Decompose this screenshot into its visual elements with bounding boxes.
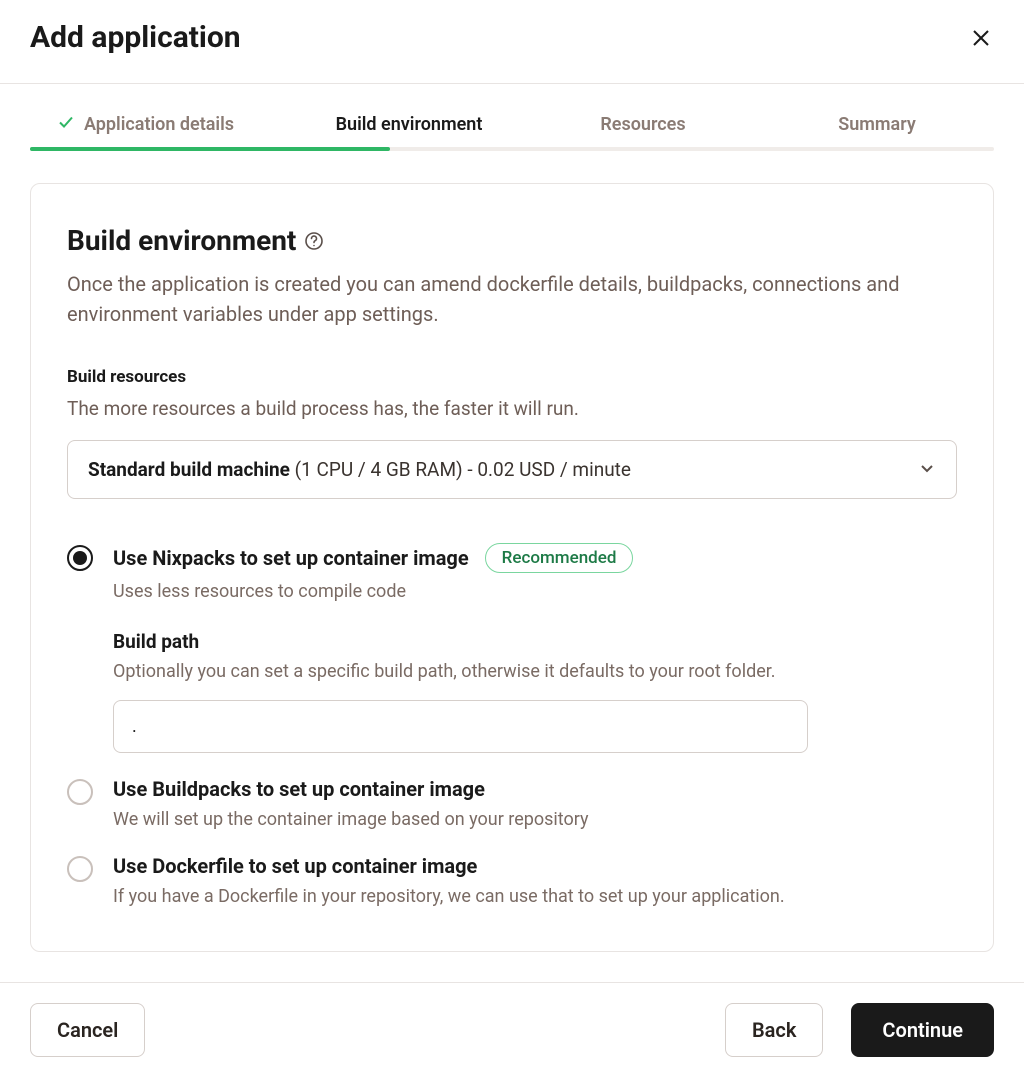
content-card: Build environment Once the application i… — [30, 183, 994, 952]
step-summary[interactable]: Summary — [760, 84, 994, 149]
modal-footer: Cancel Back Continue — [0, 982, 1024, 1065]
radio-nixpacks[interactable] — [67, 545, 93, 571]
step-label: Application details — [84, 114, 234, 135]
card-title-row: Build environment — [67, 224, 957, 257]
continue-button[interactable]: Continue — [851, 1003, 994, 1057]
help-icon[interactable] — [304, 231, 324, 251]
step-build-environment[interactable]: Build environment — [292, 84, 526, 149]
build-resources-label: Build resources — [67, 367, 957, 387]
option-dockerfile[interactable]: Use Dockerfile to set up container image… — [67, 840, 957, 907]
option-title: Use Dockerfile to set up container image — [113, 854, 477, 878]
option-sub: If you have a Dockerfile in your reposit… — [113, 886, 957, 907]
option-sub: Uses less resources to compile code — [113, 581, 957, 602]
build-path-desc: Optionally you can set a specific build … — [113, 661, 957, 682]
select-value: Standard build machine (1 CPU / 4 GB RAM… — [88, 458, 631, 481]
build-path-label: Build path — [113, 630, 957, 653]
build-machine-select[interactable]: Standard build machine (1 CPU / 4 GB RAM… — [67, 440, 957, 499]
option-title-row: Use Dockerfile to set up container image — [113, 854, 957, 878]
select-value-detail: (1 CPU / 4 GB RAM) - 0.02 USD / minute — [290, 458, 631, 481]
step-resources[interactable]: Resources — [526, 84, 760, 149]
option-title: Use Buildpacks to set up container image — [113, 777, 485, 801]
option-title-row: Use Nixpacks to set up container image R… — [113, 543, 957, 573]
stepper: Application details Build environment Re… — [0, 84, 1024, 149]
modal-title: Add application — [30, 20, 241, 55]
option-body: Use Buildpacks to set up container image… — [113, 777, 957, 830]
option-body: Use Dockerfile to set up container image… — [113, 854, 957, 907]
build-path-block: Build path Optionally you can set a spec… — [113, 630, 957, 753]
option-buildpacks[interactable]: Use Buildpacks to set up container image… — [67, 763, 957, 830]
step-application-details[interactable]: Application details — [30, 84, 292, 149]
option-body: Use Nixpacks to set up container image R… — [113, 543, 957, 753]
back-button[interactable]: Back — [725, 1003, 823, 1057]
footer-right: Back Continue — [725, 1003, 994, 1057]
step-label: Build environment — [336, 114, 483, 135]
step-label: Summary — [838, 114, 916, 135]
close-icon — [972, 29, 990, 47]
stepper-progress — [30, 147, 390, 151]
build-resources-desc: The more resources a build process has, … — [67, 397, 957, 420]
option-title: Use Nixpacks to set up container image — [113, 546, 469, 570]
build-path-input[interactable] — [113, 700, 808, 753]
cancel-button[interactable]: Cancel — [30, 1003, 145, 1057]
close-button[interactable] — [968, 25, 994, 51]
radio-buildpacks[interactable] — [67, 779, 93, 805]
option-title-row: Use Buildpacks to set up container image — [113, 777, 957, 801]
recommended-badge: Recommended — [485, 543, 634, 573]
chevron-down-icon — [918, 459, 936, 481]
build-method-options: Use Nixpacks to set up container image R… — [67, 529, 957, 907]
card-title: Build environment — [67, 224, 296, 257]
select-value-name: Standard build machine — [88, 458, 290, 481]
option-nixpacks[interactable]: Use Nixpacks to set up container image R… — [67, 529, 957, 753]
option-sub: We will set up the container image based… — [113, 809, 957, 830]
radio-dockerfile[interactable] — [67, 856, 93, 882]
card-subtitle: Once the application is created you can … — [67, 269, 957, 329]
modal-header: Add application — [0, 0, 1024, 83]
step-label: Resources — [600, 114, 685, 135]
check-icon — [58, 114, 74, 135]
